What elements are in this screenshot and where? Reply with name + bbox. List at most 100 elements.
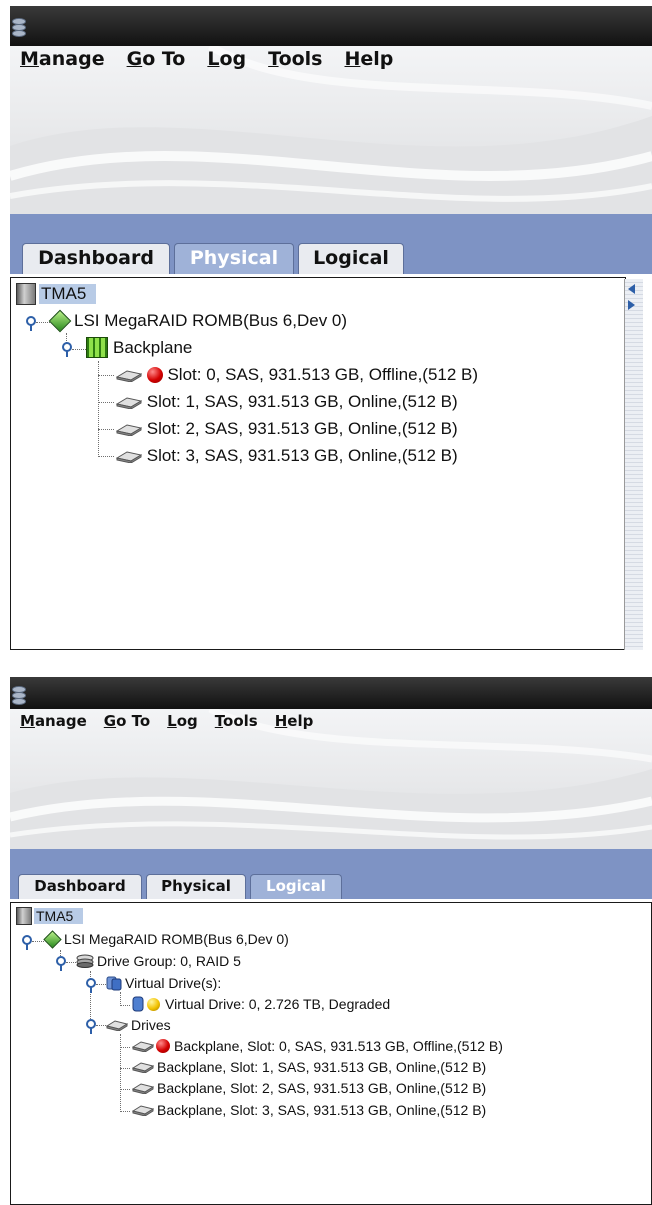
menu-log-rest: og (176, 712, 198, 730)
drive-0-label: Backplane, Slot: 0, SAS, 931.513 GB, Off… (174, 1038, 503, 1055)
collapse-toggle-icon[interactable] (56, 956, 66, 972)
virtual-drives-icon (106, 975, 122, 991)
tree-node-drives[interactable]: Drives (106, 1016, 171, 1033)
menu-help[interactable]: Help (345, 48, 394, 70)
collapse-toggle-icon[interactable] (22, 935, 32, 951)
menu-help-rest: elp (287, 712, 314, 730)
tree-node-slot-1[interactable]: Slot: 1, SAS, 931.513 GB, Online,(512 B) (116, 391, 458, 412)
slot-0-label: Slot: 0, SAS, 931.513 GB, Offline,(512 B… (167, 364, 479, 384)
tab-dashboard[interactable]: Dashboard (22, 243, 170, 274)
tree-node-slot-2[interactable]: Slot: 2, SAS, 931.513 GB, Online,(512 B) (116, 418, 458, 439)
drive-3-label: Backplane, Slot: 3, SAS, 931.513 GB, Onl… (157, 1102, 487, 1119)
menu-log[interactable]: Log (167, 712, 198, 730)
collapse-toggle-icon[interactable] (86, 978, 96, 994)
error-status-icon (146, 366, 163, 383)
drive-2-label: Backplane, Slot: 2, SAS, 931.513 GB, Onl… (157, 1080, 487, 1097)
slot-3-label: Slot: 3, SAS, 931.513 GB, Online,(512 B) (146, 445, 458, 465)
menu-help-rest: elp (360, 48, 394, 70)
tab-dashboard[interactable]: Dashboard (18, 874, 142, 899)
title-bar (10, 677, 652, 709)
drive-group-label: Drive Group: 0, RAID 5 (97, 953, 241, 970)
menu-go-to-rest: o To (116, 712, 151, 730)
collapse-toggle-icon[interactable] (26, 316, 36, 332)
controller-diamond-icon (43, 930, 62, 949)
menu-help[interactable]: Help (275, 712, 314, 730)
tab-logical[interactable]: Logical (298, 243, 404, 274)
tree-node-virtual-drives[interactable]: Virtual Drive(s): (106, 974, 221, 991)
tree-node-root[interactable]: TMA5 (16, 283, 97, 305)
menu-tools-rest: ools (223, 712, 258, 730)
menu-go-to-rest: o To (142, 48, 186, 70)
tree-node-drive-2[interactable]: Backplane, Slot: 2, SAS, 931.513 GB, Onl… (132, 1079, 486, 1096)
scroll-expand-arrow-icon[interactable] (628, 300, 635, 310)
collapse-toggle-icon[interactable] (62, 342, 72, 358)
error-status-icon (156, 1039, 170, 1054)
controller-diamond-icon (48, 309, 72, 332)
tree-node-slot-0[interactable]: Slot: 0, SAS, 931.513 GB, Offline,(512 B… (116, 364, 478, 385)
menu-manage-rest: anage (38, 48, 105, 70)
drive-1-label: Backplane, Slot: 1, SAS, 931.513 GB, Onl… (157, 1059, 487, 1076)
tree-node-drive-0[interactable]: Backplane, Slot: 0, SAS, 931.513 GB, Off… (132, 1037, 503, 1054)
virtual-drive-0-label: Virtual Drive: 0, 2.726 TB, Degraded (165, 996, 391, 1013)
hard-drive-icon (116, 395, 142, 409)
tree-node-slot-3[interactable]: Slot: 3, SAS, 931.513 GB, Online,(512 B) (116, 445, 458, 466)
logical-view-window: Manage Go To Log Tools Help Dashboard Ph… (0, 670, 652, 1205)
menu-bar: Manage Go To Log Tools Help (20, 712, 313, 730)
menu-tools[interactable]: Tools (268, 48, 322, 70)
menu-log[interactable]: Log (207, 48, 246, 70)
menu-manage[interactable]: Manage (20, 48, 105, 70)
server-icon (16, 283, 36, 305)
vertical-scrollbar[interactable] (624, 279, 643, 650)
header-swoosh-decoration (10, 46, 652, 214)
tree-node-controller[interactable]: LSI MegaRAID ROMB(Bus 6,Dev 0) (43, 930, 289, 949)
app-disk-icon (12, 18, 26, 37)
menu-go-to[interactable]: Go To (127, 48, 186, 70)
tab-physical[interactable]: Physical (146, 874, 246, 899)
root-label: TMA5 (34, 908, 84, 925)
physical-view-window: Manage Go To Log Tools Help Dashboard Ph… (0, 0, 652, 650)
backplane-icon (86, 337, 108, 359)
tree-node-virtual-drive-0[interactable]: Virtual Drive: 0, 2.726 TB, Degraded (132, 995, 390, 1012)
hard-drive-icon (132, 1104, 154, 1117)
hard-drive-icon (116, 368, 142, 382)
tab-logical[interactable]: Logical (250, 874, 342, 899)
controller-label: LSI MegaRAID ROMB(Bus 6,Dev 0) (64, 931, 289, 948)
tree-node-drive-1[interactable]: Backplane, Slot: 1, SAS, 931.513 GB, Onl… (132, 1058, 486, 1075)
tree-node-controller[interactable]: LSI MegaRAID ROMB(Bus 6,Dev 0) (48, 309, 348, 332)
controller-label: LSI MegaRAID ROMB(Bus 6,Dev 0) (74, 310, 348, 330)
virtual-drives-label: Virtual Drive(s): (125, 975, 222, 992)
menu-manage-rest: anage (34, 712, 87, 730)
drives-folder-icon (106, 1019, 128, 1032)
menu-manage[interactable]: Manage (20, 712, 87, 730)
menu-bar: Manage Go To Log Tools Help (20, 48, 393, 70)
hard-drive-icon (132, 1082, 154, 1095)
root-label: TMA5 (39, 284, 97, 304)
tree-node-backplane[interactable]: Backplane (86, 337, 193, 359)
tree-node-drive-group[interactable]: Drive Group: 0, RAID 5 (76, 952, 241, 969)
collapse-toggle-icon[interactable] (86, 1019, 96, 1035)
menu-tools[interactable]: Tools (215, 712, 258, 730)
slot-1-label: Slot: 1, SAS, 931.513 GB, Online,(512 B) (146, 391, 458, 411)
hard-drive-icon (132, 1061, 154, 1074)
menu-tools-rest: ools (278, 48, 323, 70)
header-swoosh-decoration (10, 709, 652, 849)
drive-group-icon (76, 954, 94, 969)
app-disk-icon (12, 686, 26, 705)
tree-node-root[interactable]: TMA5 (16, 907, 84, 926)
hard-drive-icon (116, 422, 142, 436)
virtual-drive-icon (132, 996, 144, 1012)
menu-log-rest: og (219, 48, 247, 70)
title-bar (10, 6, 652, 46)
tree-node-drive-3[interactable]: Backplane, Slot: 3, SAS, 931.513 GB, Onl… (132, 1101, 486, 1118)
hard-drive-icon (116, 449, 142, 463)
backplane-label: Backplane (113, 337, 193, 357)
warning-status-icon (147, 997, 160, 1011)
menu-go-to[interactable]: Go To (104, 712, 150, 730)
header-banner (10, 46, 652, 214)
slot-2-label: Slot: 2, SAS, 931.513 GB, Online,(512 B) (146, 418, 458, 438)
server-icon (16, 907, 32, 926)
scroll-collapse-arrow-icon[interactable] (628, 284, 635, 294)
hard-drive-icon (132, 1040, 154, 1053)
tab-physical[interactable]: Physical (174, 243, 294, 274)
header-banner (10, 709, 652, 849)
